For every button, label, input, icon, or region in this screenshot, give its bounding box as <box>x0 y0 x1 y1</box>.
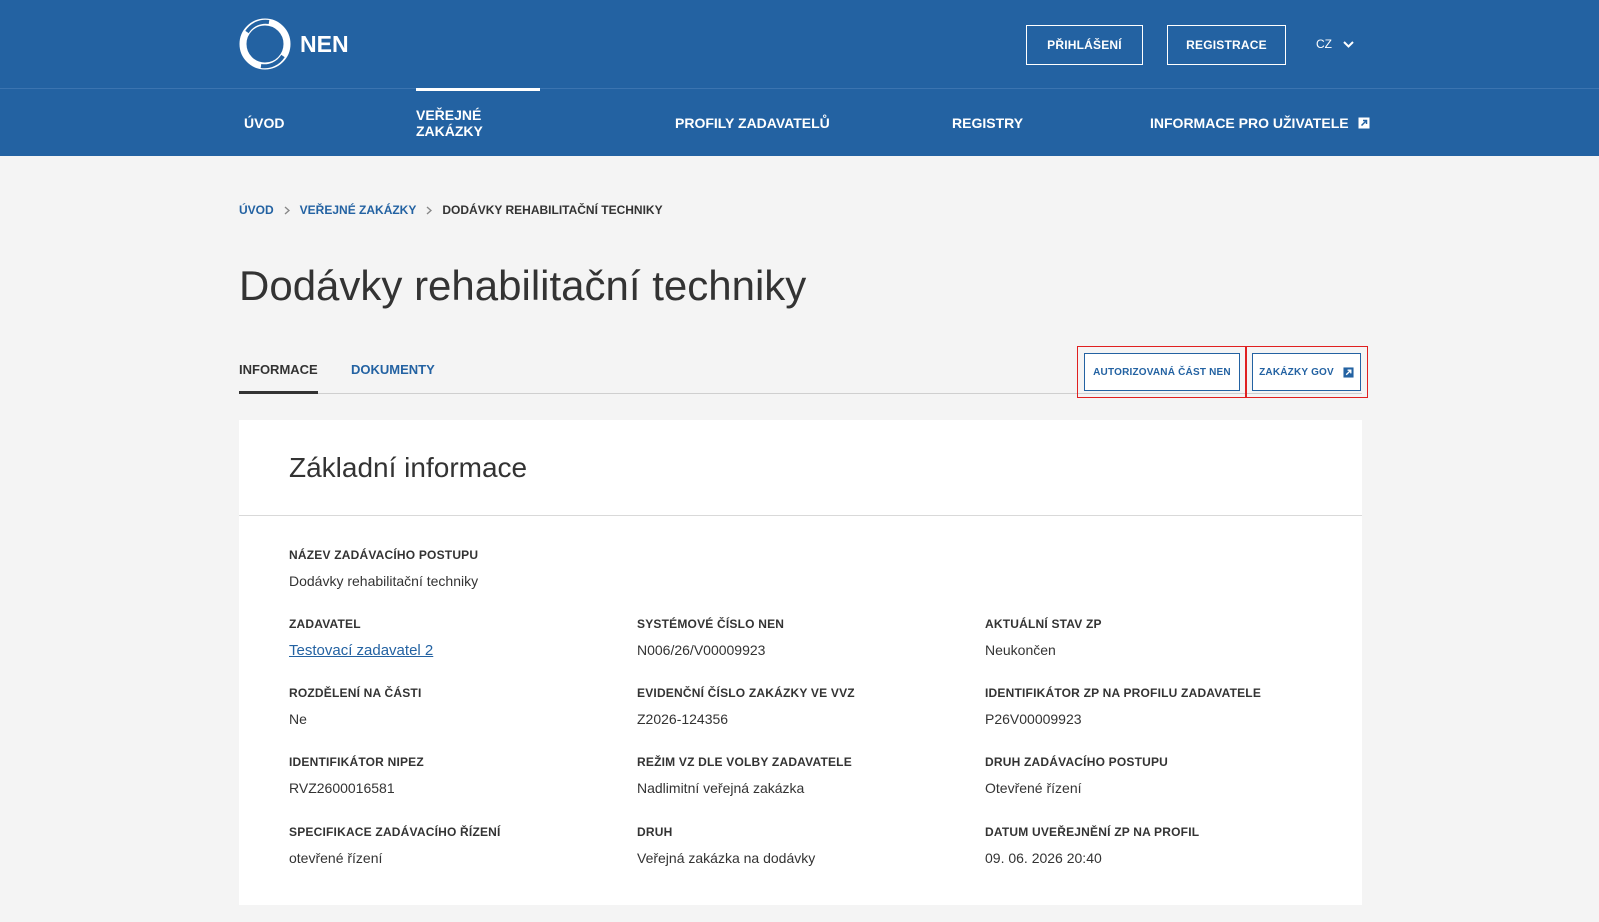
card-header: Základní informace <box>239 420 1362 516</box>
field-label: REŽIM VZ DLE VOLBY ZADAVATELE <box>637 755 852 769</box>
breadcrumb-item-current: DODÁVKY REHABILITAČNÍ TECHNIKY <box>442 203 663 217</box>
field-systemove-cislo-nen: SYSTÉMOVÉ ČÍSLO NEN N006/26/V00009923 <box>637 617 784 658</box>
field-druh: DRUH Veřejná zakázka na dodávky <box>637 825 815 866</box>
nav-item-label: INFORMACE PRO UŽIVATELE <box>1150 114 1349 131</box>
external-link-icon <box>1343 366 1354 378</box>
nav-item-registry[interactable]: REGISTRY <box>952 89 1023 156</box>
field-rozdeleni-na-casti: ROZDĚLENÍ NA ČÁSTI Ne <box>289 686 422 727</box>
nav-item-profily-zadavatelu[interactable]: PROFILY ZADAVATELŮ <box>675 89 830 156</box>
field-value: N006/26/V00009923 <box>637 642 766 658</box>
field-nazev-zadavaciho-postupu: NÁZEV ZADÁVACÍHO POSTUPU Dodávky rehabil… <box>289 548 478 589</box>
language-select[interactable]: CZ <box>1316 37 1354 51</box>
field-value: Otevřené řízení <box>985 780 1082 796</box>
field-label: DRUH <box>637 825 673 839</box>
login-button[interactable]: PŘIHLÁŠENÍ <box>1026 25 1143 65</box>
field-value: RVZ2600016581 <box>289 780 395 796</box>
field-label: IDENTIFIKÁTOR NIPEZ <box>289 755 424 769</box>
field-value: Neukončen <box>985 642 1056 658</box>
field-value: Veřejná zakázka na dodávky <box>637 850 816 866</box>
nav-item-label: VEŘEJNÉ ZAKÁZKY <box>416 106 483 139</box>
tab-informace[interactable]: INFORMACE <box>239 362 318 394</box>
zakazky-gov-button[interactable]: ZAKÁZKY GOV <box>1252 353 1361 391</box>
field-value: P26V00009923 <box>985 711 1082 727</box>
field-value: 09. 06. 2026 20:40 <box>985 850 1102 866</box>
language-label: CZ <box>1316 37 1332 51</box>
field-druh-zadavaciho-postupu: DRUH ZADÁVACÍHO POSTUPU Otevřené řízení <box>985 755 1168 796</box>
field-label: EVIDENČNÍ ČÍSLO ZAKÁZKY VE VVZ <box>637 686 855 700</box>
field-aktualni-stav-zp: AKTUÁLNÍ STAV ZP Neukončen <box>985 617 1102 658</box>
field-label: SYSTÉMOVÉ ČÍSLO NEN <box>637 617 785 631</box>
field-label: ZADAVATEL <box>289 617 361 631</box>
field-label: ROZDĚLENÍ NA ČÁSTI <box>289 686 422 700</box>
register-button[interactable]: REGISTRACE <box>1167 25 1286 65</box>
chevron-down-icon <box>1343 40 1354 48</box>
field-label: DATUM UVEŘEJNĚNÍ ZP NA PROFIL <box>985 825 1200 839</box>
nen-logo-icon <box>239 18 291 70</box>
page-title: Dodávky rehabilitační techniky <box>239 262 807 309</box>
authorized-part-button[interactable]: AUTORIZOVANÁ ČÁST NEN <box>1084 353 1240 391</box>
field-label: DRUH ZADÁVACÍHO POSTUPU <box>985 755 1169 769</box>
field-evidencni-cislo: EVIDENČNÍ ČÍSLO ZAKÁZKY VE VVZ Z2026-124… <box>637 686 855 727</box>
field-value: Ne <box>289 711 307 727</box>
logo-text: NEN <box>300 30 349 57</box>
logo[interactable]: NEN <box>239 18 349 70</box>
zakazky-gov-wrapper: ZAKÁZKY GOV <box>1245 346 1368 398</box>
field-label: AKTUÁLNÍ STAV ZP <box>985 617 1102 631</box>
nav-item-informace-pro-uzivatele[interactable]: INFORMACE PRO UŽIVATELE <box>1150 89 1370 156</box>
zadavatel-link[interactable]: Testovací zadavatel 2 <box>289 642 433 659</box>
field-label: NÁZEV ZADÁVACÍHO POSTUPU <box>289 548 479 562</box>
main-nav: ÚVOD VEŘEJNÉ ZAKÁZKY PROFILY ZADAVATELŮ … <box>0 88 1599 156</box>
field-identifikator-nipez: IDENTIFIKÁTOR NIPEZ RVZ2600016581 <box>289 755 424 796</box>
field-value: otevřené řízení <box>289 850 383 866</box>
field-value: Z2026-124356 <box>637 711 729 727</box>
breadcrumb-item-verejne-zakazky[interactable]: VEŘEJNÉ ZAKÁZKY <box>300 203 417 217</box>
field-label: IDENTIFIKÁTOR ZP NA PROFILU ZADAVATELE <box>985 686 1262 700</box>
field-value: Dodávky rehabilitační techniky <box>289 573 479 589</box>
breadcrumb: ÚVOD VEŘEJNÉ ZAKÁZKY DODÁVKY REHABILITAČ… <box>239 203 663 217</box>
nav-item-uvod[interactable]: ÚVOD <box>244 89 284 156</box>
field-rezim-vz: REŽIM VZ DLE VOLBY ZADAVATELE Nadlimitní… <box>637 755 852 796</box>
field-value: Nadlimitní veřejná zakázka <box>637 780 805 796</box>
top-header: NEN PŘIHLÁŠENÍ REGISTRACE CZ <box>0 0 1599 89</box>
field-datum-uverejneni: DATUM UVEŘEJNĚNÍ ZP NA PROFIL 09. 06. 20… <box>985 825 1199 866</box>
card-title: Základní informace <box>289 451 528 483</box>
chevron-right-icon <box>426 205 433 215</box>
field-identifikator-zp: IDENTIFIKÁTOR ZP NA PROFILU ZADAVATELE P… <box>985 686 1261 727</box>
authorized-part-wrapper: AUTORIZOVANÁ ČÁST NEN <box>1077 346 1247 398</box>
chevron-right-icon <box>284 205 290 215</box>
field-zadavatel: ZADAVATEL Testovací zadavatel 2 <box>289 617 433 659</box>
zakazky-gov-label: ZAKÁZKY GOV <box>1259 366 1334 378</box>
external-link-icon <box>1358 117 1370 129</box>
breadcrumb-item-uvod[interactable]: ÚVOD <box>239 203 274 217</box>
nav-item-verejne-zakazky[interactable]: VEŘEJNÉ ZAKÁZKY <box>416 88 540 156</box>
tab-dokumenty[interactable]: DOKUMENTY <box>351 362 435 377</box>
basic-info-card: Základní informace NÁZEV ZADÁVACÍHO POST… <box>239 420 1362 905</box>
field-specifikace-rizeni: SPECIFIKACE ZADÁVACÍHO ŘÍZENÍ otevřené ř… <box>289 825 501 866</box>
field-label: SPECIFIKACE ZADÁVACÍHO ŘÍZENÍ <box>289 825 501 839</box>
